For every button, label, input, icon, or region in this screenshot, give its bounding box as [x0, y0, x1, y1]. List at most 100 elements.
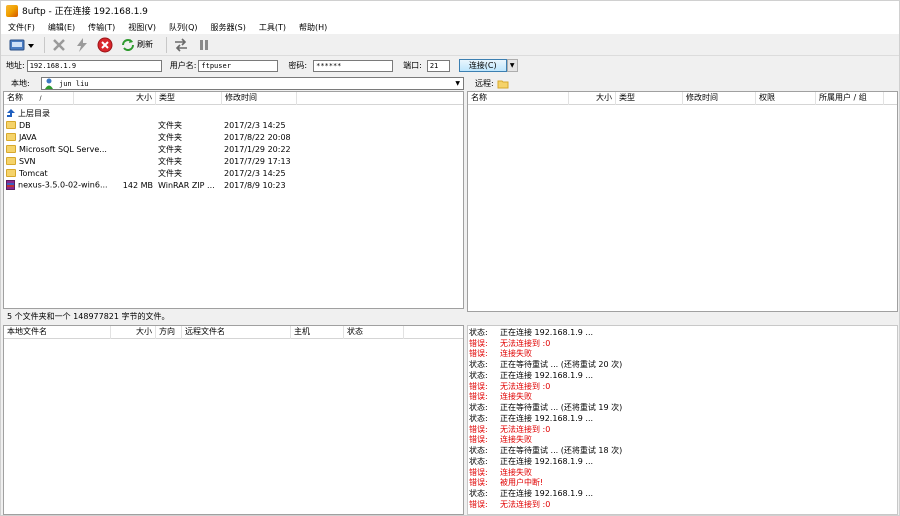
file-type-cell: 文件夹	[158, 156, 182, 166]
list-item[interactable]: Microsoft SQL Serve... 文件夹 2017/1/29 20:…	[4, 143, 463, 155]
remote-path-bar: 远程:	[468, 76, 898, 91]
column-size[interactable]: 大小	[111, 326, 156, 339]
column-direction[interactable]: 方向	[156, 326, 182, 339]
file-modified-cell: 2017/2/3 14:25	[224, 120, 286, 130]
refresh-button[interactable]: 刷新	[119, 36, 155, 54]
log-line: 状态: 正在等待重试 ... (还将重试 19 次)	[469, 403, 623, 413]
menu-view[interactable]: 视图(V)	[128, 22, 156, 33]
folder-icon	[6, 145, 16, 153]
list-item[interactable]: SVN 文件夹 2017/7/29 17:13	[4, 155, 463, 167]
column-local-filename[interactable]: 本地文件名	[4, 326, 111, 339]
file-type-cell: 文件夹	[158, 144, 182, 154]
column-type[interactable]: 类型	[616, 92, 683, 105]
app-window: 8uftp - 正在连接 192.168.1.9 文件(F) 编辑(E) 传输(…	[0, 0, 900, 516]
site-manager-button[interactable]	[9, 36, 35, 54]
refresh-label: 刷新	[137, 40, 153, 49]
stop-button[interactable]	[96, 36, 114, 54]
menu-queue[interactable]: 队列(Q)	[169, 22, 198, 33]
reconnect-button[interactable]	[73, 36, 91, 54]
column-host[interactable]: 主机	[291, 326, 344, 339]
list-item[interactable]: JAVA 文件夹 2017/8/22 20:08	[4, 131, 463, 143]
file-type-cell: 文件夹	[158, 168, 182, 178]
address-label: 地址:	[6, 61, 25, 70]
column-modified[interactable]: 修改时间	[222, 92, 297, 105]
quick-connect-bar: 地址: 用户名: 密码: 端口: 连接(C) ▼	[1, 57, 899, 74]
remote-label: 远程:	[475, 79, 494, 88]
username-field[interactable]	[198, 59, 279, 72]
toolbar: 刷新	[1, 34, 899, 56]
column-modified[interactable]: 修改时间	[683, 92, 756, 105]
column-name[interactable]: 名称 /	[4, 92, 74, 105]
log-line: 错误: 无法连接到 :0	[469, 381, 551, 391]
log-lines: 状态: 正在连接 192.168.1.9 ... 错误: 无法连接到 :0 错误: 连…	[468, 327, 622, 510]
password-label: 密码:	[288, 61, 308, 70]
remote-column-header: 名称 大小 类型 修改时间 权限 所属用户 / 组	[468, 92, 897, 105]
chevron-down-icon: ▼	[509, 62, 515, 69]
log-line: 错误: 无法连接到 :0	[469, 424, 551, 434]
column-owner[interactable]: 所属用户 / 组	[816, 92, 884, 105]
site-manager-icon	[9, 39, 34, 50]
user-label: 用户名:	[169, 61, 197, 70]
log-line: 错误: 连接失败	[469, 467, 532, 477]
menu-edit[interactable]: 编辑(E)	[48, 22, 75, 33]
list-item[interactable]: Tomcat 文件夹 2017/2/3 14:25	[4, 167, 463, 179]
window-title: 8uftp - 正在连接 192.168.1.9	[22, 7, 148, 17]
list-item[interactable]: 上层目录	[4, 107, 463, 119]
menu-tools[interactable]: 工具(T)	[259, 22, 286, 33]
folder-icon	[497, 80, 509, 88]
log-line: 错误: 无法连接到 :0	[469, 338, 551, 348]
list-item[interactable]: nexus-3.5.0-02-win6... 142 MB WinRAR ZIP…	[4, 179, 463, 191]
log-line: 状态: 正在等待重试 ... (还将重试 20 次)	[469, 360, 623, 370]
remote-file-list[interactable]: 名称 大小 类型 修改时间 权限 所属用户 / 组	[467, 91, 898, 312]
port-field[interactable]	[426, 59, 450, 72]
menu-server[interactable]: 服务器(S)	[211, 22, 246, 33]
address-field[interactable]	[26, 59, 162, 72]
connect-history-dropdown[interactable]: ▼	[506, 59, 518, 72]
local-file-list[interactable]: 名称 / 大小 类型 修改时间 上层目录 DB 文件夹 2017/2/3 14:…	[3, 91, 464, 309]
connect-button[interactable]: 连接(C)	[458, 59, 507, 72]
password-field[interactable]	[313, 59, 394, 72]
log-line: 状态: 正在连接 192.168.1.9 ...	[469, 327, 594, 337]
local-path-combobox[interactable]: jun liu ▼	[41, 77, 464, 90]
log-line: 错误: 连接失败	[469, 349, 532, 359]
menu-transfer[interactable]: 传输(T)	[88, 22, 115, 33]
connect-label: 连接(C)	[468, 61, 497, 70]
disconnect-button[interactable]	[50, 36, 68, 54]
file-name-cell: SVN	[4, 157, 90, 166]
column-status[interactable]: 状态	[344, 326, 404, 339]
file-name-cell: DB	[4, 121, 90, 130]
up-arrow-icon	[7, 109, 15, 117]
list-item[interactable]: DB 文件夹 2017/2/3 14:25	[4, 119, 463, 131]
file-name-cell: Tomcat	[4, 169, 90, 178]
message-log[interactable]: 状态: 正在连接 192.168.1.9 ... 错误: 无法连接到 :0 错误: 连…	[467, 325, 898, 515]
column-size[interactable]: 大小	[74, 92, 156, 105]
log-line: 状态: 正在连接 192.168.1.9 ...	[469, 370, 594, 380]
file-type-cell: WinRAR ZIP ...	[158, 180, 215, 190]
file-type-cell: 文件夹	[158, 120, 182, 130]
lightning-icon	[77, 37, 87, 52]
pause-button[interactable]	[195, 36, 213, 54]
folder-icon	[6, 169, 16, 177]
file-name-cell: 上层目录	[4, 108, 156, 119]
sync-button[interactable]	[172, 36, 190, 54]
app-logo-icon	[6, 4, 18, 17]
log-line: 错误: 被用户中断!	[469, 478, 544, 488]
menu-help[interactable]: 帮助(H)	[299, 22, 327, 33]
file-name-cell: Microsoft SQL Serve...	[4, 145, 116, 154]
column-type[interactable]: 类型	[156, 92, 222, 105]
transfer-queue[interactable]: 本地文件名 大小 方向 远程文件名 主机 状态	[3, 325, 464, 515]
column-remote-filename[interactable]: 远程文件名	[182, 326, 291, 339]
file-modified-cell: 2017/8/9 10:23	[224, 180, 286, 190]
log-line: 状态: 正在连接 192.168.1.9 ...	[469, 489, 594, 499]
column-permissions[interactable]: 权限	[756, 92, 816, 105]
column-name[interactable]: 名称	[468, 92, 569, 105]
menu-file[interactable]: 文件(F)	[8, 22, 35, 33]
log-line: 错误: 无法连接到 :0	[469, 499, 551, 509]
refresh-icon	[122, 38, 134, 51]
port-label: 端口:	[403, 61, 422, 70]
sort-indicator: /	[39, 95, 42, 102]
file-modified-cell: 2017/8/22 20:08	[224, 132, 291, 142]
log-line: 状态: 正在等待重试 ... (还将重试 18 次)	[469, 446, 623, 456]
file-name-cell: nexus-3.5.0-02-win6...	[4, 180, 109, 190]
column-size[interactable]: 大小	[569, 92, 616, 105]
